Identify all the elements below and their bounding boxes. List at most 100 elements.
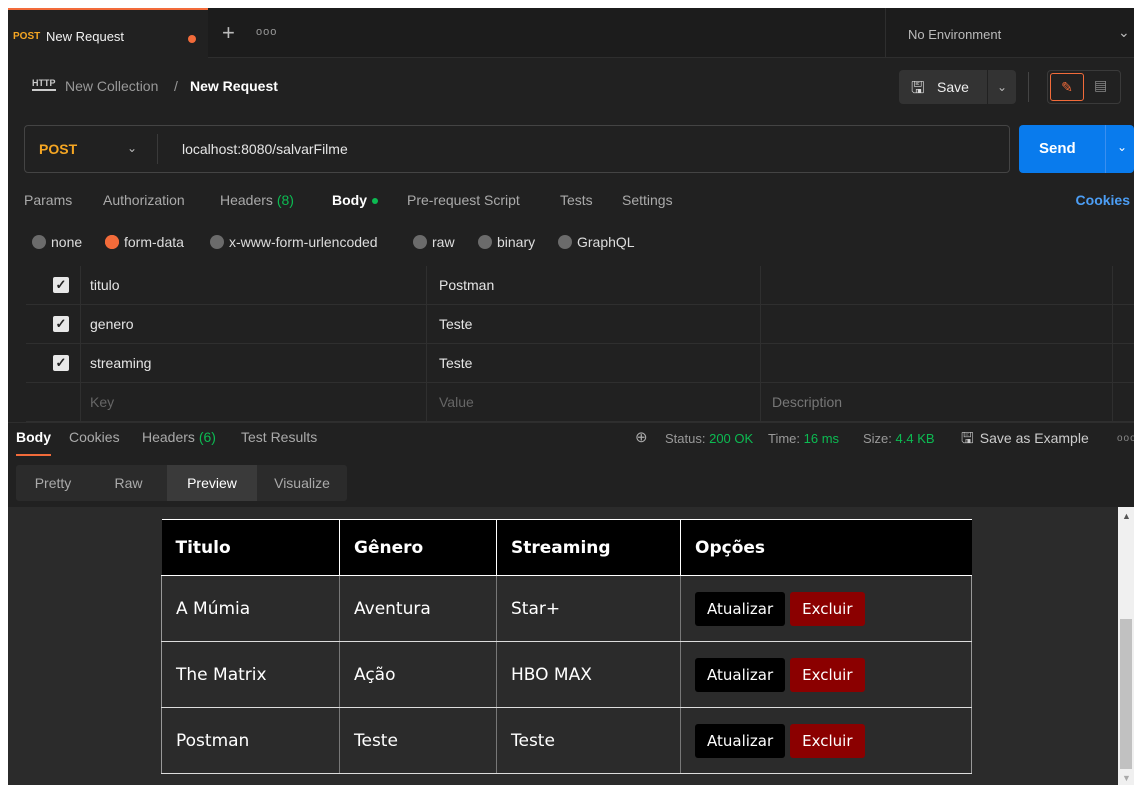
key-input[interactable]: Key [90, 394, 114, 410]
radio-urlencoded[interactable]: x-www-form-urlencoded [210, 234, 378, 250]
request-tab[interactable]: POST New Request [8, 8, 208, 58]
tab-visualize[interactable]: Visualize [257, 465, 347, 501]
save-button[interactable]: 🖫 Save [899, 70, 987, 104]
scrollbar-thumb[interactable] [1120, 619, 1132, 769]
column-header: Gênero [339, 519, 497, 576]
radio-circle-icon [32, 235, 46, 249]
table-row: ✓ titulo Postman [26, 266, 1134, 305]
key-field[interactable]: streaming [90, 355, 151, 371]
response-preview: Titulo Gênero Streaming Opções A Múmia A… [8, 507, 1118, 785]
radio-circle-icon [105, 235, 119, 249]
pencil-icon[interactable]: ✎ [1050, 73, 1084, 101]
radio-form-data[interactable]: form-data [105, 234, 184, 250]
url-input[interactable]: localhost:8080/salvarFilme [182, 141, 348, 157]
radio-label: x-www-form-urlencoded [229, 234, 378, 250]
breadcrumb-request-name[interactable]: New Request [190, 78, 278, 94]
radio-raw[interactable]: raw [413, 234, 455, 250]
status-info[interactable]: Status: 200 OK [665, 431, 753, 446]
tab-response-cookies[interactable]: Cookies [69, 429, 120, 445]
unsaved-dot-icon [188, 35, 196, 43]
tab-more-icon[interactable]: ooo [256, 26, 277, 38]
delete-button[interactable]: Excluir [790, 723, 865, 758]
tab-params[interactable]: Params [24, 192, 72, 208]
new-tab-plus-icon[interactable]: + [222, 20, 235, 46]
send-label: Send [1039, 140, 1076, 157]
radio-binary[interactable]: binary [478, 234, 535, 250]
table-row: ✓ streaming Teste [26, 344, 1134, 383]
tab-body[interactable]: Body [332, 192, 378, 208]
request-tabs: Params Authorization Headers (8) Body Pr… [8, 188, 1134, 216]
chevron-down-icon: ⌄ [1118, 24, 1130, 40]
checkbox-checked-icon[interactable]: ✓ [53, 355, 69, 371]
key-field[interactable]: genero [90, 316, 134, 332]
tab-body-label: Body [332, 192, 367, 208]
body-type-radios: none form-data x-www-form-urlencoded raw… [8, 230, 1134, 254]
save-label: Save [937, 79, 969, 95]
preview-scrollbar[interactable]: ▲ ▼ [1118, 507, 1134, 785]
tab-response-headers-count: (6) [198, 429, 216, 445]
cell-genero: Teste [339, 707, 497, 774]
update-button[interactable]: Atualizar [695, 657, 786, 692]
value-field[interactable]: Teste [439, 316, 472, 332]
response-tabs: Body Cookies Headers (6) Test Results ⊕ … [8, 422, 1134, 458]
breadcrumb-collection[interactable]: New Collection [65, 78, 158, 94]
tab-response-body[interactable]: Body [16, 429, 51, 456]
column-header: Streaming [496, 519, 681, 576]
view-mode-tabs: Pretty Raw Preview Visualize [16, 465, 347, 501]
radio-label: none [51, 234, 83, 250]
send-button[interactable]: Send ⌄ [1019, 125, 1134, 173]
save-dropdown-chevron-icon[interactable]: ⌄ [988, 70, 1016, 104]
tab-headers[interactable]: Headers (8) [220, 192, 294, 208]
status-value: 200 OK [709, 431, 754, 446]
value-field[interactable]: Teste [439, 355, 472, 371]
tab-authorization[interactable]: Authorization [103, 192, 185, 208]
description-input[interactable]: Description [772, 394, 842, 410]
value-input[interactable]: Value [439, 394, 474, 410]
time-info[interactable]: Time: 16 ms [768, 431, 839, 446]
comment-icon[interactable]: ▤ [1094, 77, 1107, 94]
tab-headers-count: (8) [276, 192, 294, 208]
update-button[interactable]: Atualizar [695, 723, 786, 758]
scroll-down-arrow-icon[interactable]: ▼ [1122, 773, 1131, 783]
radio-label: raw [432, 234, 455, 250]
environment-selector[interactable]: No Environment ⌄ [885, 8, 1134, 58]
key-field[interactable]: titulo [90, 277, 120, 293]
value-field[interactable]: Postman [439, 277, 494, 293]
save-as-example-button[interactable]: 🖫 Save as Example [961, 428, 1089, 453]
divider [1028, 72, 1029, 102]
update-button[interactable]: Atualizar [695, 591, 786, 626]
size-value: 4.4 KB [895, 431, 935, 446]
tab-raw[interactable]: Raw [90, 465, 167, 501]
radio-none[interactable]: none [32, 234, 82, 250]
tab-preview[interactable]: Preview [167, 465, 257, 501]
chevron-down-icon[interactable]: ⌄ [127, 141, 137, 155]
breadcrumb-separator: / [174, 78, 178, 94]
checkbox-checked-icon[interactable]: ✓ [53, 316, 69, 332]
delete-button[interactable]: Excluir [790, 591, 865, 626]
more-icon[interactable]: ooo [1117, 433, 1134, 444]
scroll-up-arrow-icon[interactable]: ▲ [1122, 511, 1131, 521]
globe-icon[interactable]: ⊕ [635, 428, 648, 446]
method-select[interactable]: POST [39, 141, 77, 157]
tab-pretty[interactable]: Pretty [16, 465, 90, 501]
chevron-down-icon[interactable]: ⌄ [1117, 140, 1127, 154]
tab-name: New Request [46, 29, 125, 44]
size-info[interactable]: Size: 4.4 KB [863, 431, 935, 446]
cell-titulo: The Matrix [161, 641, 340, 708]
delete-button[interactable]: Excluir [790, 657, 865, 692]
cell-streaming: Teste [496, 707, 681, 774]
radio-graphql[interactable]: GraphQL [558, 234, 635, 250]
http-icon: HTTP [32, 78, 56, 91]
tab-pre-request-script[interactable]: Pre-request Script [407, 192, 520, 208]
cookies-link[interactable]: Cookies [1076, 192, 1130, 208]
radio-label: GraphQL [577, 234, 635, 250]
cell-options: Atualizar Excluir [680, 707, 972, 774]
tab-settings[interactable]: Settings [622, 192, 673, 208]
size-label: Size: [863, 431, 892, 446]
tab-test-results[interactable]: Test Results [241, 429, 317, 445]
checkbox-checked-icon[interactable]: ✓ [53, 277, 69, 293]
tab-response-headers-label: Headers [142, 429, 195, 445]
tab-method: POST [13, 31, 41, 42]
tab-response-headers[interactable]: Headers (6) [142, 429, 216, 445]
tab-tests[interactable]: Tests [560, 192, 593, 208]
